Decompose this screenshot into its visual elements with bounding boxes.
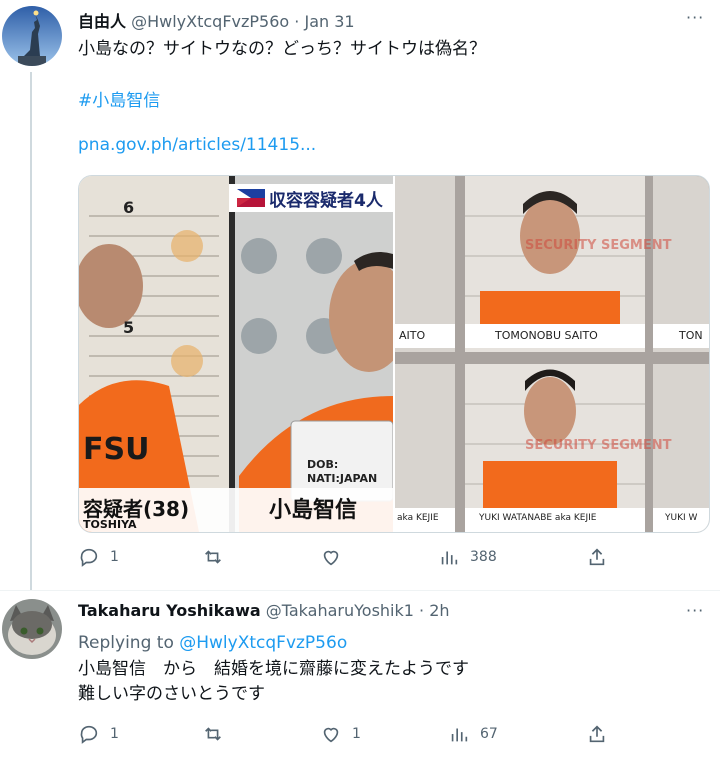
name-plate-yuki-watanabe: YUKI WATANABE aka KEJIE [479,513,597,523]
reply-button[interactable]: 1 [78,546,119,568]
retweet-button[interactable] [202,546,234,568]
bar-chart-icon [441,551,458,565]
reply-icon [80,725,98,744]
retweet-icon [205,550,221,564]
display-name[interactable]: 自由人 [78,12,126,31]
views-count: 388 [470,549,497,565]
reply-icon [80,548,98,567]
reply-count: 1 [110,549,119,565]
like-button[interactable]: 1 [320,723,361,745]
placard-dob: DOB: [307,458,339,471]
avatar-cat[interactable] [2,599,62,659]
wall-text-top: SECURITY SEGMENT [525,238,672,253]
url-link[interactable]: pna.gov.ph/articles/11415... [78,135,316,155]
user-handle[interactable]: @HwlyXtcqFvzP56o [131,12,289,31]
retweet-button[interactable] [202,723,234,745]
share-button[interactable] [586,723,608,745]
name-plate-bottom-left: aka KEJIE [397,513,439,523]
ruler-label-5: 5 [123,318,135,337]
like-count: 1 [352,726,361,742]
more-options-button[interactable]: ··· [686,601,704,620]
tweet-date[interactable]: Jan 31 [304,12,354,31]
tweet-text-line-1: 小島智信 から 結婚を境に齋藤に変えたようです [78,659,469,679]
wall-text-bottom: SECURITY SEGMENT [525,438,672,453]
tweet-original[interactable]: 自由人 @HwlyXtcqFvzP56o · Jan 31 ··· 小島なの？サ… [0,0,720,590]
separator-dot: · [294,12,300,31]
avatar-statue-of-liberty[interactable] [2,6,62,66]
tweet-text-line-2: 難しい字のさいとうです [78,684,265,704]
tweet-actions: 1 1 67 [0,723,720,753]
ruler-label-6: 6 [123,198,135,217]
media-image-right[interactable]: SECURITY SEGMENT SECURITY SEGMENT AITO T… [395,176,709,532]
thread-connector-line [30,72,32,590]
separator-dot: · [419,601,425,620]
views-count: 67 [480,726,498,742]
name-plate-tomonobu-saito: TOMONOBU SAITO [495,329,598,342]
name-plate-top-right: TON [679,329,703,342]
replying-to: Replying to @HwlyXtcqFvzP56o [78,631,347,655]
name-plate-bottom-right: YUKI W [665,513,698,523]
reply-count: 1 [110,726,119,742]
heart-icon [323,550,339,566]
display-name[interactable]: Takaharu Yoshikawa [78,601,261,620]
hashtag-link[interactable]: #小島智信 [78,86,160,111]
heart-icon [323,727,339,743]
tweet-header: 自由人 @HwlyXtcqFvzP56o · Jan 31 [78,8,355,32]
name-plate-top-left: AITO [399,329,426,342]
media-image-left[interactable]: 収容容疑者4人 6 5 FSU DOB: NATI:JAPAN 容疑者(38) … [79,176,393,532]
caption-name-sub: TOSHIYA [83,518,137,531]
media-grid[interactable]: 収容容疑者4人 6 5 FSU DOB: NATI:JAPAN 容疑者(38) … [78,175,710,533]
cat-photo [2,599,62,659]
replying-to-handle[interactable]: @HwlyXtcqFvzP56o [179,633,347,653]
mugshot-grid-image [395,176,709,532]
placard-nationality: NATI:JAPAN [307,472,378,485]
share-icon [589,725,605,743]
views-button[interactable]: 67 [448,723,498,745]
share-button[interactable] [586,546,608,568]
tweet-header: Takaharu Yoshikawa @TakaharuYoshik1 · 2h [78,601,450,620]
tweet-date[interactable]: 2h [429,601,449,620]
user-handle[interactable]: @TakaharuYoshik1 [266,601,414,620]
statue-of-liberty-image [2,6,62,66]
caption-kojima-tomonobu: 小島智信 [269,498,358,523]
more-options-button[interactable]: ··· [686,8,704,27]
replying-to-label: Replying to [78,633,174,653]
tweet-actions: 1 388 [0,546,720,576]
banner-text: 収容容疑者4人 [269,191,383,211]
bar-chart-icon [451,728,468,742]
shirt-text: FSU [83,432,150,467]
views-button[interactable]: 388 [438,546,497,568]
tweet-text: 小島なの？サイトウなの？どっち？サイトウは偽名？ [78,39,486,59]
tweet-reply[interactable]: Takaharu Yoshikawa @TakaharuYoshik1 · 2h… [0,591,720,762]
share-icon [589,548,605,566]
reply-button[interactable]: 1 [78,723,119,745]
retweet-icon [205,727,221,741]
like-button[interactable] [320,546,352,568]
